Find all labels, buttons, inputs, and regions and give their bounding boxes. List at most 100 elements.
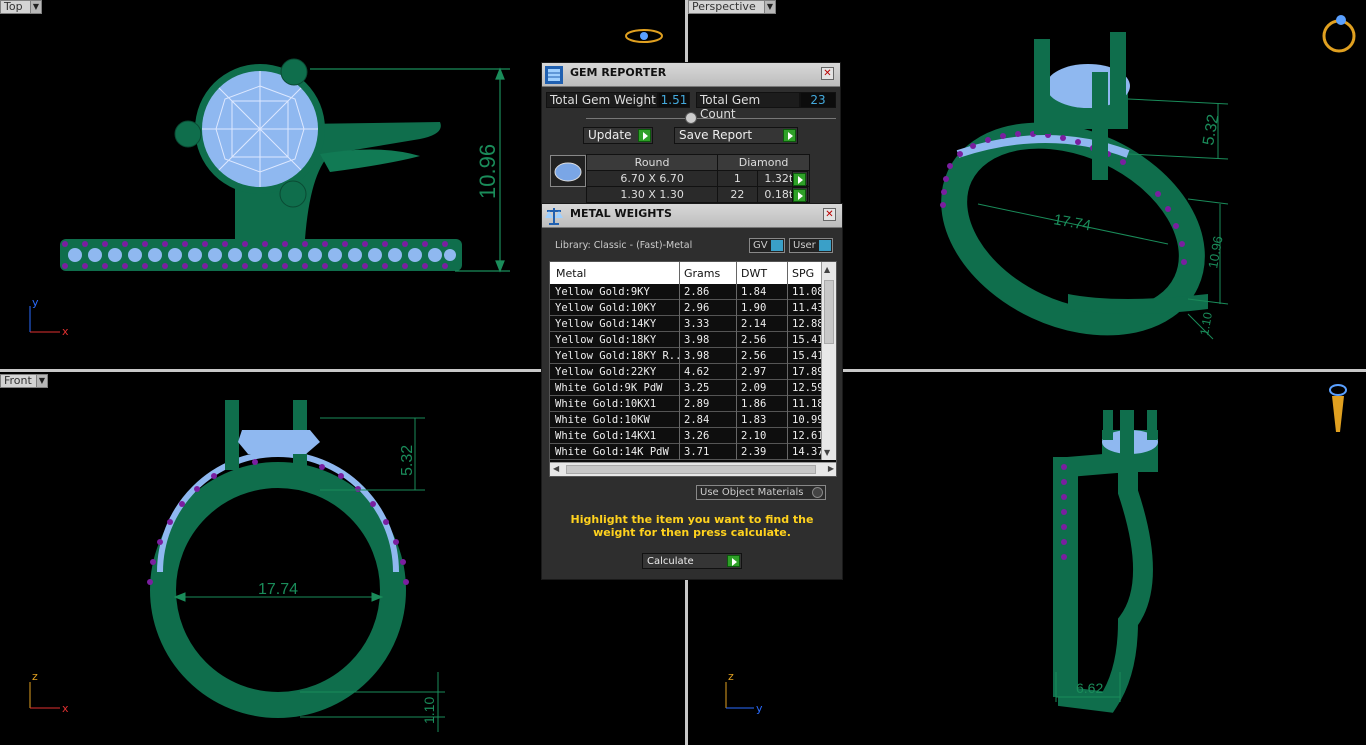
- save-report-button[interactable]: Save Report: [674, 127, 798, 144]
- dimension-text: 10.96: [475, 144, 500, 199]
- gem-reporter-title: GEM REPORTER: [570, 66, 667, 79]
- horizontal-scrollbar[interactable]: ◀ ▶: [550, 462, 836, 476]
- table-row[interactable]: White Gold:10KW 2.84 1.83 10.99: [550, 412, 824, 428]
- ring-band: [1053, 457, 1069, 697]
- chevron-right-icon[interactable]: ▶: [828, 464, 834, 473]
- table-cell: White Gold:10KX1: [555, 398, 657, 410]
- svg-text:6.62: 6.62: [1076, 680, 1103, 696]
- metal-weights-titlebar[interactable]: METAL WEIGHTS ✕: [542, 204, 842, 228]
- table-cell: White Gold:14K PdW: [555, 446, 669, 458]
- table-cell: Yellow Gold:9KY: [555, 286, 650, 298]
- svg-text:x: x: [62, 325, 69, 338]
- prong: [1110, 32, 1126, 122]
- table-cell: 4.62: [684, 366, 710, 378]
- table-cell: 1.83: [741, 414, 767, 426]
- gem-reporter-titlebar[interactable]: GEM REPORTER ✕: [542, 63, 840, 87]
- scrollbar-thumb[interactable]: [566, 465, 816, 474]
- vertical-scrollbar[interactable]: ▲ ▼: [821, 262, 836, 460]
- chevron-down-icon[interactable]: ▼: [764, 1, 775, 13]
- ring-view-icon[interactable]: [625, 29, 663, 43]
- chevron-left-icon[interactable]: ◀: [553, 464, 559, 473]
- table-cell: White Gold:10KW: [555, 414, 650, 426]
- close-icon[interactable]: ✕: [823, 208, 836, 221]
- row-go-button[interactable]: [792, 187, 808, 202]
- calculate-button[interactable]: Calculate: [642, 553, 742, 569]
- prong: [1120, 410, 1134, 454]
- ring-shank: [1058, 451, 1153, 713]
- total-gem-count-value: 23: [800, 92, 836, 108]
- metal-weights-title: METAL WEIGHTS: [570, 207, 672, 220]
- gem-shape-header: Round: [585, 154, 719, 171]
- table-row[interactable]: Yellow Gold:18KY R... 3.98 2.56 15.41: [550, 348, 824, 364]
- close-icon[interactable]: ✕: [821, 67, 834, 80]
- slider-track[interactable]: [586, 118, 836, 119]
- svg-text:5.32: 5.32: [1200, 113, 1222, 147]
- chevron-up-icon[interactable]: ▲: [824, 265, 830, 274]
- table-row[interactable]: 1.30 X 1.30 22 0.18tw: [585, 186, 811, 203]
- svg-text:17.74: 17.74: [1052, 211, 1092, 234]
- user-toggle[interactable]: User: [789, 238, 833, 253]
- gem-report-icon: [545, 66, 563, 84]
- table-row[interactable]: Yellow Gold:22KY 4.62 2.97 17.89: [550, 364, 824, 380]
- use-object-materials-toggle[interactable]: Use Object Materials: [696, 485, 826, 500]
- svg-text:17.74: 17.74: [258, 581, 298, 598]
- axis-gizmo: y x: [29, 296, 69, 338]
- table-cell: 2.86: [684, 286, 710, 298]
- table-cell: 3.98: [684, 334, 710, 346]
- viewport-tab-perspective[interactable]: Perspective ▼: [688, 0, 776, 14]
- table-cell: 2.96: [684, 302, 710, 314]
- prong: [1034, 39, 1050, 134]
- chevron-down-icon[interactable]: ▼: [824, 448, 830, 457]
- table-row[interactable]: Yellow Gold:18KY 3.98 2.56 15.41: [550, 332, 824, 348]
- table-row[interactable]: Yellow Gold:9KY 2.86 1.84 11.08: [550, 284, 824, 300]
- row-go-button[interactable]: [792, 171, 808, 186]
- table-cell: 15.41: [792, 334, 824, 346]
- table-cell: 2.14: [741, 318, 767, 330]
- table-cell: 2.09: [741, 382, 767, 394]
- table-cell: White Gold:9K PdW: [555, 382, 663, 394]
- table-cell: 17.89: [792, 366, 824, 378]
- svg-text:5.32: 5.32: [399, 445, 416, 476]
- rhino-workspace: Top ▼ 10.96 y x Perspective ▼ 5.32 17.74…: [0, 0, 1366, 745]
- table-row[interactable]: Yellow Gold:14KY 3.33 2.14 12.88: [550, 316, 824, 332]
- play-icon: [793, 173, 806, 186]
- table-row[interactable]: White Gold:14K PdW 3.71 2.39 14.37: [550, 444, 824, 460]
- table-cell: 3.71: [684, 446, 710, 458]
- ring-view-icon[interactable]: [1329, 384, 1347, 432]
- table-row[interactable]: White Gold:14KX1 3.26 2.10 12.61: [550, 428, 824, 444]
- table-cell: 2.56: [741, 334, 767, 346]
- metal-table[interactable]: Metal Grams DWT SPG Yellow Gold:9KY 2.86 1…: [549, 261, 837, 477]
- viewport-tab-top[interactable]: Top ▼: [0, 0, 42, 14]
- gv-toggle[interactable]: GV: [749, 238, 785, 253]
- table-cell: 1.84: [741, 286, 767, 298]
- chevron-down-icon[interactable]: ▼: [30, 1, 41, 13]
- svg-text:z: z: [32, 670, 38, 683]
- scrollbar-thumb[interactable]: [824, 280, 834, 344]
- library-label: Library: Classic - (Fast)-Metal: [555, 240, 693, 251]
- table-cell: 12.59: [792, 382, 824, 394]
- viewport-top-label: Top: [4, 0, 23, 13]
- svg-text:z: z: [728, 670, 734, 683]
- center-stone: [238, 430, 320, 454]
- prong: [225, 400, 239, 470]
- table-row[interactable]: White Gold:10KX1 2.89 1.86 11.18: [550, 396, 824, 412]
- table-cell: 2.84: [684, 414, 710, 426]
- update-button[interactable]: Update: [583, 127, 653, 144]
- gem-type-header: Diamond: [717, 154, 810, 171]
- ring-view-icon[interactable]: [1322, 15, 1356, 53]
- slider-handle[interactable]: [685, 112, 697, 124]
- toggle-switch: [771, 240, 783, 251]
- prong: [280, 58, 308, 86]
- table-row[interactable]: Yellow Gold:10KY 2.96 1.90 11.43: [550, 300, 824, 316]
- table-cell: 2.39: [741, 446, 767, 458]
- metal-weights-panel: METAL WEIGHTS ✕ Library: Classic - (Fast…: [541, 203, 843, 580]
- table-row[interactable]: 6.70 X 6.70 1 1.32tw: [585, 170, 811, 187]
- metal-table-header: Metal Grams DWT SPG: [550, 262, 822, 284]
- table-cell: 3.98: [684, 350, 710, 362]
- table-cell: 11.18: [792, 398, 824, 410]
- table-row[interactable]: White Gold:9K PdW 3.25 2.09 12.59: [550, 380, 824, 396]
- table-cell: White Gold:14KX1: [555, 430, 657, 442]
- svg-text:10.96: 10.96: [1205, 235, 1225, 270]
- table-cell: 12.88: [792, 318, 824, 330]
- svg-text:x: x: [62, 702, 69, 715]
